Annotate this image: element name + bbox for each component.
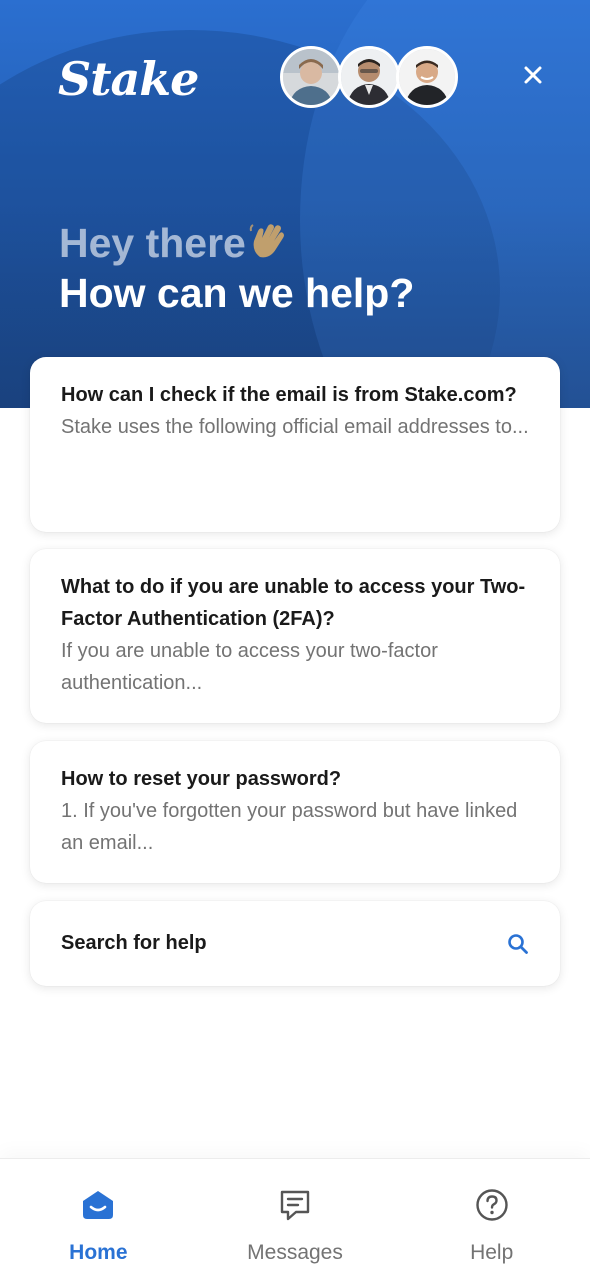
search-icon [508,933,528,954]
close-icon [524,66,542,84]
article-card[interactable]: What to do if you are unable to access y… [30,549,560,723]
article-excerpt: 1. If you've forgotten your password but… [61,800,518,854]
article-title: How can I check if the email is from Sta… [61,384,517,406]
home-icon [83,1191,114,1219]
nav-label: Messages [247,1241,343,1264]
nav-label: Home [69,1241,128,1264]
nav-item-help[interactable]: Help [393,1159,590,1278]
close-button[interactable] [514,56,552,94]
nav-item-home[interactable]: Home [0,1159,197,1278]
team-avatars [280,46,458,108]
nav-item-messages[interactable]: Messages [197,1159,394,1278]
search-for-help-button[interactable]: Search for help [30,901,560,986]
article-excerpt: If you are unable to access your two-fac… [61,640,438,694]
avatar [396,46,458,108]
article-title: What to do if you are unable to access y… [61,576,526,630]
search-label: Search for help [61,932,207,954]
avatar [338,46,400,108]
article-card[interactable]: How to reset your password? 1. If you've… [30,741,560,883]
greeting-text: Hey there [59,220,246,266]
greeting: Hey there [59,218,290,272]
avatar [280,46,342,108]
wave-emoji-icon [248,221,290,272]
help-widget: Stake Hey there How can we help? How can… [0,0,590,1278]
bottom-nav: Home Messages Help [0,1158,590,1278]
page-title: How can we help? [59,270,415,316]
help-icon [475,1189,508,1221]
article-excerpt: Stake uses the following official email … [61,416,529,438]
article-title: How to reset your password? [61,768,342,790]
header: Stake Hey there How can we help? [0,0,590,408]
messages-icon [280,1190,310,1221]
stake-logo: Stake [58,52,199,106]
nav-label: Help [470,1241,514,1264]
article-card[interactable]: How can I check if the email is from Sta… [30,357,560,532]
